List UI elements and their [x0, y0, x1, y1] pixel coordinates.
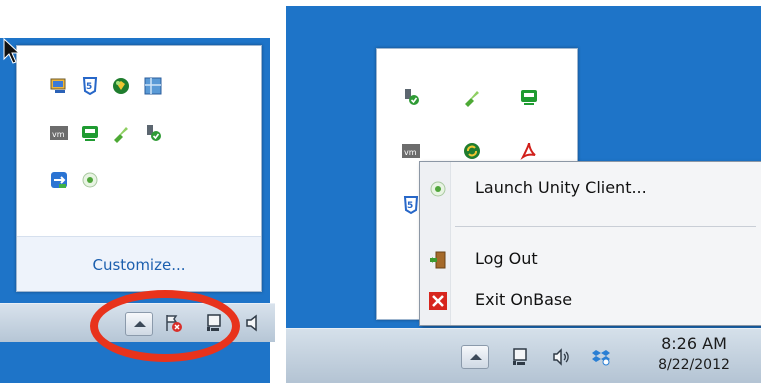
taskbar-clock[interactable]: 8:26 AM 8/22/2012	[644, 334, 744, 376]
highlight-circle	[90, 290, 240, 362]
onbase-context-menu: Launch Unity Client... Log Out Exit OnBa…	[419, 161, 761, 326]
popup-footer: Customize...	[17, 236, 261, 291]
usb-green-icon[interactable]	[111, 123, 131, 143]
clock-date: 8/22/2012	[658, 357, 730, 373]
usb-check-icon[interactable]	[401, 87, 421, 107]
vmware-vm-icon[interactable]: vm	[401, 141, 421, 161]
menu-item-label: Launch Unity Client...	[475, 178, 647, 197]
show-hidden-icons-button[interactable]	[461, 345, 489, 369]
menu-item-launch-unity-client[interactable]: Launch Unity Client...	[420, 174, 761, 204]
green-chat-icon[interactable]	[80, 123, 100, 143]
menu-item-exit-onbase[interactable]: Exit OnBase	[420, 286, 761, 316]
svg-text:vm: vm	[404, 148, 417, 157]
skype-s-icon[interactable]: 5	[401, 195, 421, 215]
customize-link[interactable]: Customize...	[17, 256, 261, 274]
update-shield-icon[interactable]	[111, 76, 131, 96]
notification-monitor-icon[interactable]	[49, 76, 69, 96]
speaker-icon[interactable]	[243, 313, 263, 333]
teamviewer-icon[interactable]	[49, 170, 69, 190]
unity-client-icon	[428, 179, 448, 199]
menu-item-log-out[interactable]: Log Out	[420, 245, 761, 275]
usb-green-icon[interactable]	[462, 87, 482, 107]
acrobat-icon[interactable]	[519, 141, 539, 161]
update-refresh-icon[interactable]	[462, 141, 482, 161]
speaker-icon[interactable]	[551, 347, 571, 367]
log-out-door-icon	[428, 250, 448, 270]
left-screenshot: 5 vm Customize...	[0, 0, 275, 383]
chevron-up-icon	[470, 354, 482, 360]
svg-text:5: 5	[407, 201, 413, 211]
vmware-vm-icon[interactable]: vm	[49, 123, 69, 143]
mouse-pointer-icon	[3, 37, 21, 68]
menu-separator	[455, 226, 756, 227]
dropbox-icon[interactable]	[591, 347, 611, 367]
menu-item-label: Exit OnBase	[475, 290, 573, 309]
svg-text:5: 5	[86, 82, 92, 92]
menu-item-label: Log Out	[475, 249, 538, 268]
right-screenshot: vm 5 Launch Unity Client... Log Out Exit…	[286, 6, 761, 383]
notification-overflow-popup: 5 vm Customize...	[16, 45, 262, 292]
grid-app-icon[interactable]	[143, 76, 163, 96]
network-icon[interactable]	[511, 347, 531, 367]
unity-client-icon[interactable]	[80, 170, 100, 190]
skype-s-icon[interactable]: 5	[80, 76, 100, 96]
clock-time: 8:26 AM	[661, 334, 727, 353]
usb-check-icon[interactable]	[143, 123, 163, 143]
svg-text:vm: vm	[52, 130, 65, 139]
green-chat-icon[interactable]	[519, 87, 539, 107]
exit-red-x-icon	[428, 291, 448, 311]
